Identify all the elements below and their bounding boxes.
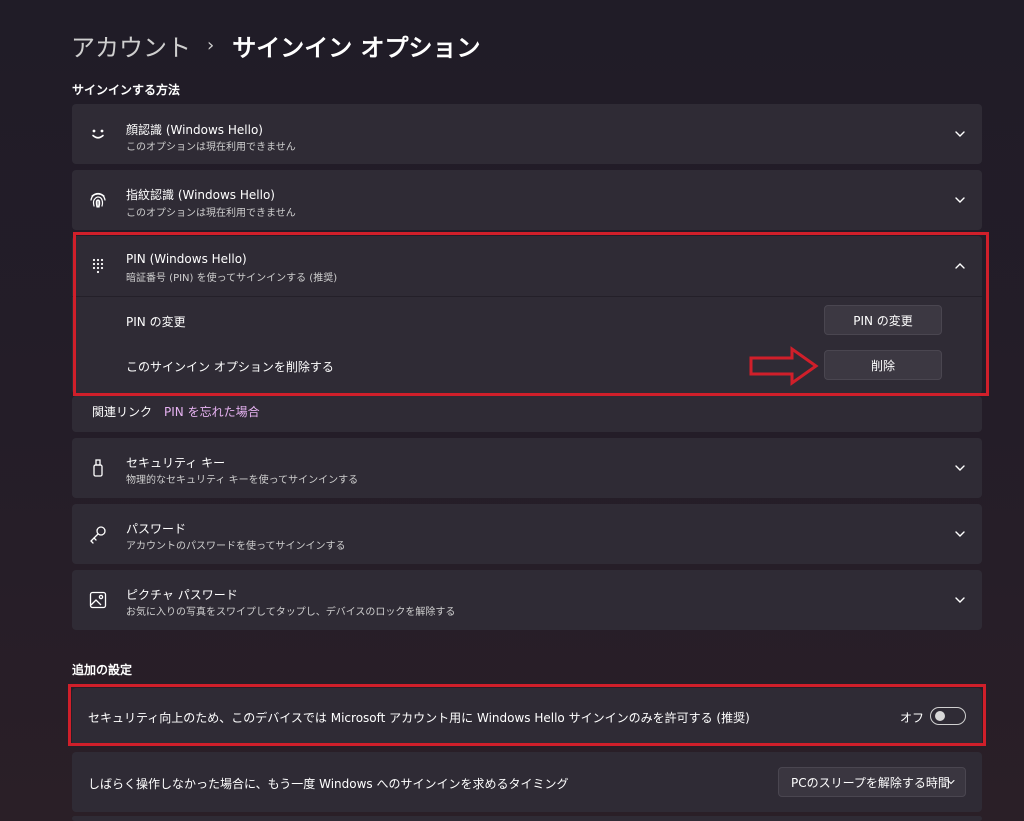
next-setting-card xyxy=(72,816,982,821)
breadcrumb-separator-icon: › xyxy=(207,34,215,56)
chevron-down-icon[interactable] xyxy=(952,192,968,208)
chevron-down-icon[interactable] xyxy=(952,126,968,142)
fingerprint-title: 指紋認識 (Windows Hello) xyxy=(126,188,275,202)
chevron-down-icon xyxy=(945,776,957,788)
chevron-down-icon[interactable] xyxy=(952,526,968,542)
key-icon xyxy=(88,524,108,544)
password-subtitle: アカウントのパスワードを使ってサインインする xyxy=(126,541,346,552)
page-title: サインイン オプション xyxy=(232,33,481,62)
face-recognition-subtitle: このオプションは現在利用できません xyxy=(126,142,296,153)
signin-timing-setting: しばらく操作しなかった場合に、もう一度 Windows へのサインインを求めるタ… xyxy=(72,752,982,812)
security-key-subtitle: 物理的なセキュリティ キーを使ってサインインする xyxy=(126,475,359,486)
picture-password-subtitle: お気に入りの写真をスワイプしてタップし、デバイスのロックを解除する xyxy=(126,607,456,618)
breadcrumb-parent-link[interactable]: アカウント xyxy=(71,28,191,63)
picture-password-title: ピクチャ パスワード xyxy=(126,588,238,602)
face-recognition-card[interactable]: 顔認識 (Windows Hello) このオプションは現在利用できません xyxy=(72,104,982,164)
signin-timing-dropdown[interactable]: PCのスリープを解除する時間 xyxy=(778,767,966,797)
picture-icon xyxy=(88,590,108,610)
security-key-title: セキュリティ キー xyxy=(126,456,226,470)
related-links-bar: 関連リンク PIN を忘れた場合 xyxy=(72,396,982,432)
highlight-box-pin xyxy=(73,232,989,396)
fingerprint-card[interactable]: 指紋認識 (Windows Hello) このオプションは現在利用できません xyxy=(72,170,982,230)
picture-password-card[interactable]: ピクチャ パスワード お気に入りの写真をスワイプしてタップし、デバイスのロックを… xyxy=(72,570,982,630)
forgot-pin-link[interactable]: PIN を忘れた場合 xyxy=(164,403,260,420)
security-key-card[interactable]: セキュリティ キー 物理的なセキュリティ キーを使ってサインインする xyxy=(72,438,982,498)
section-heading-signin-methods: サインインする方法 xyxy=(72,83,181,97)
fingerprint-icon xyxy=(88,190,108,210)
password-title: パスワード xyxy=(126,522,187,536)
chevron-down-icon[interactable] xyxy=(952,592,968,608)
highlight-box-hello-only xyxy=(68,684,986,746)
smiley-face-icon xyxy=(88,124,108,144)
arrow-right-icon xyxy=(749,346,819,386)
related-links-label: 関連リンク xyxy=(92,405,153,419)
signin-timing-selected: PCのスリープを解除する時間 xyxy=(791,775,950,790)
chevron-down-icon[interactable] xyxy=(952,460,968,476)
usb-key-icon xyxy=(88,458,108,478)
password-card[interactable]: パスワード アカウントのパスワードを使ってサインインする xyxy=(72,504,982,564)
signin-timing-text: しばらく操作しなかった場合に、もう一度 Windows へのサインインを求めるタ… xyxy=(88,777,569,791)
breadcrumb: アカウント › サインイン オプション xyxy=(71,28,481,62)
section-heading-additional-settings: 追加の設定 xyxy=(72,663,133,677)
face-recognition-title: 顔認識 (Windows Hello) xyxy=(126,123,263,137)
fingerprint-subtitle: このオプションは現在利用できません xyxy=(126,208,296,219)
